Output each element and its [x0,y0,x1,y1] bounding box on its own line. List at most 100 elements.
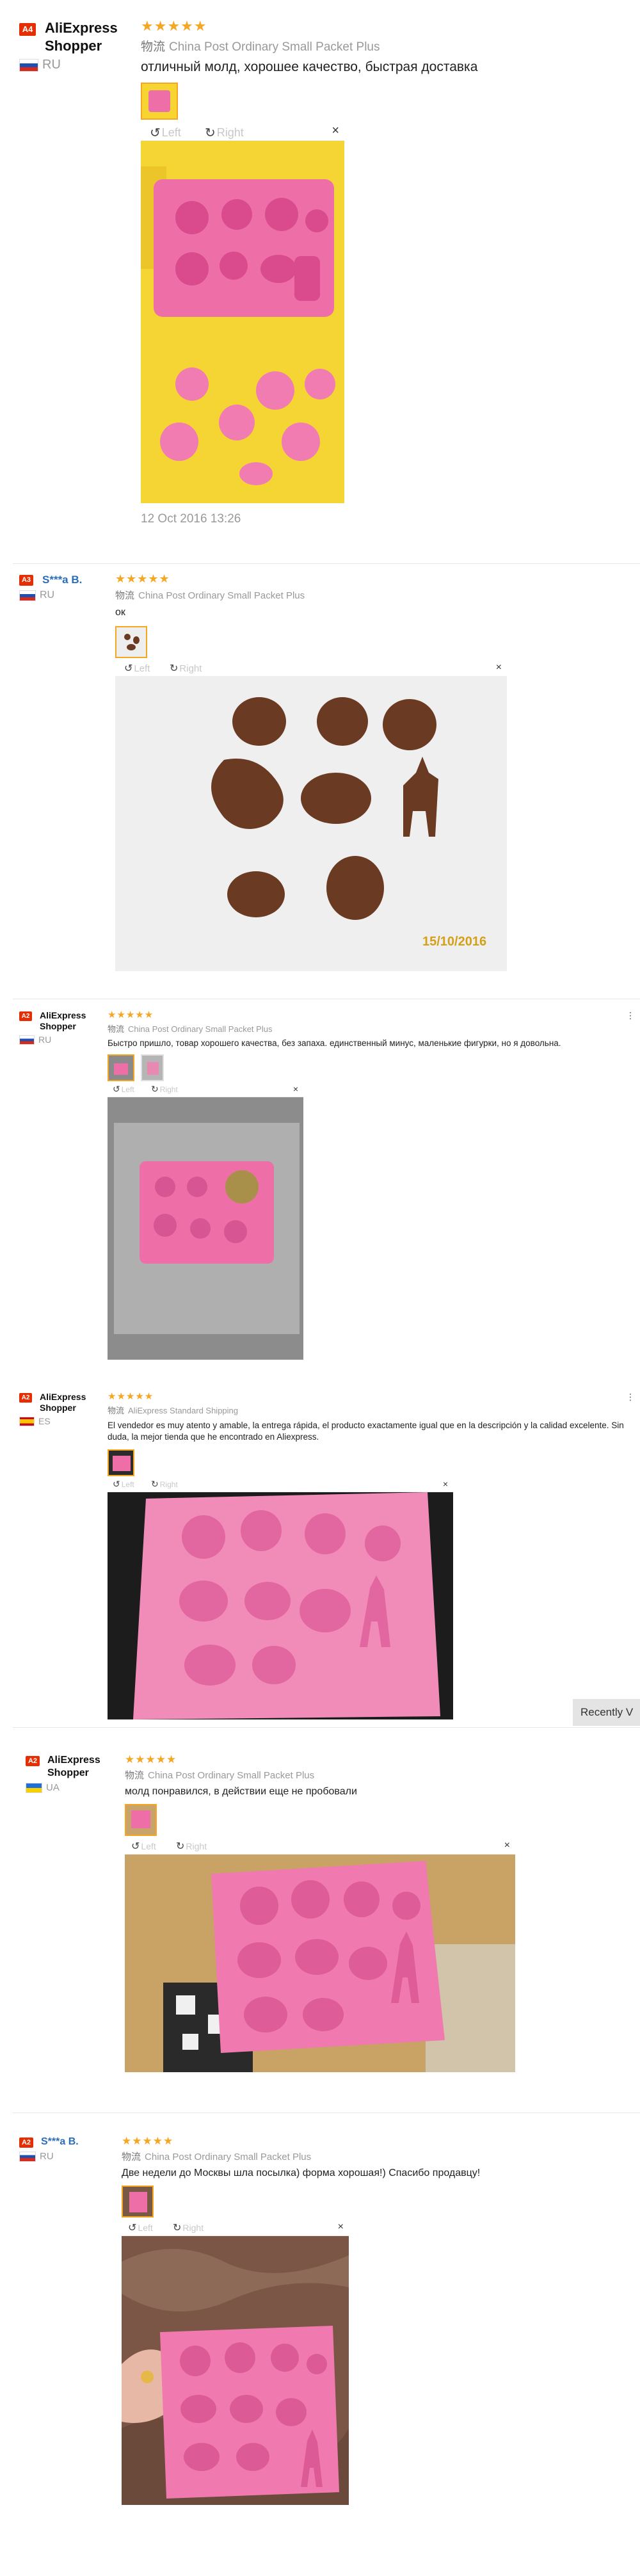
rating-stars: ★★★★★ [108,1391,154,1402]
rotate-left-button[interactable]: ↺ Left [150,125,181,141]
recently-viewed-button[interactable]: Recently V [573,1699,640,1726]
review-divider [13,563,640,564]
user-level-badge: A2 [26,1756,40,1766]
review-text: Две недели до Москвы шла посылка) форма … [122,2168,481,2178]
shipping-name: China Post Ordinary Small Packet Plus [128,1024,273,1034]
shipping-name: China Post Ordinary Small Packet Plus [148,1770,315,1781]
flag-icon [19,590,36,601]
review-content: ★★★★★ 物流 AliExpress Standard Shipping El … [108,1392,626,1719]
rotate-left-button[interactable]: ↺ Left [124,662,150,675]
flag-icon [19,1034,35,1045]
reviewer-name[interactable]: AliExpress Shopper [47,1754,124,1780]
review-photo[interactable] [141,141,344,503]
rotate-left-button[interactable]: ↺ Left [113,1479,134,1490]
shipping-label: 物流 [125,1770,145,1781]
flag-icon [19,1416,35,1426]
more-options-icon[interactable]: ⋮ [626,1392,635,1403]
review-text: El vendedor es muy atento y amable, la e… [108,1421,624,1442]
shipping-name: China Post Ordinary Small Packet Plus [169,40,380,54]
shipping-method: 物流 China Post Ordinary Small Packet Plus [141,37,634,54]
rotate-left-button[interactable]: ↺ Left [128,2221,153,2234]
reviewer-country: RU [19,1034,104,1045]
review-1: A4 AliExpress Shopper RU ★★★★★ 物流 China P… [0,19,640,563]
image-viewer: ↺ Left ↻ Right × [108,1479,453,1719]
rotate-right-button[interactable]: ↻ Right [151,1479,178,1490]
rotate-right-button[interactable]: ↻ Right [173,2221,204,2234]
reviewer-country: RU [19,590,82,601]
rotate-right-button[interactable]: ↻ Right [205,125,244,141]
rotate-right-button[interactable]: ↻ Right [170,662,202,675]
shipping-name: China Post Ordinary Small Packet Plus [145,2152,312,2162]
close-icon[interactable]: × [443,1479,448,1489]
rotate-left-icon: ↺ [150,126,161,140]
rotate-right-icon: ↻ [151,1479,159,1489]
viewer-toolbar: ↺ Left ↻ Right × [108,1479,453,1492]
close-icon[interactable]: × [496,662,502,673]
close-icon[interactable]: × [338,2221,344,2233]
country-code: UA [46,1782,60,1793]
shipping-method: 物流 China Post Ordinary Small Packet Plus [108,1022,632,1034]
review-content: ★★★★★ 物流 China Post Ordinary Small Packet… [125,1754,624,2072]
country-code: RU [38,1034,52,1045]
rotate-right-label: Right [179,663,202,674]
shipping-method: 物流 China Post Ordinary Small Packet Plus [125,1768,624,1782]
rotate-right-icon: ↻ [173,2223,182,2234]
review-photo[interactable]: 15/10/2016 [115,677,507,971]
reviewer-name[interactable]: AliExpress Shopper [45,19,154,55]
review-thumbnail[interactable] [115,626,147,658]
viewer-toolbar: ↺ Left ↻ Right × [141,122,344,141]
close-icon[interactable]: × [504,1840,510,1851]
rotate-right-icon: ↻ [205,126,216,140]
rating-stars: ★★★★★ [108,1010,154,1020]
rotate-left-button[interactable]: ↺ Left [113,1084,134,1095]
reviewer-name[interactable]: S***a B. [41,2136,79,2148]
reviewer-country: RU [19,58,154,72]
reviewer-name[interactable]: AliExpress Shopper [40,1392,104,1413]
review-thumbnails [108,1054,632,1081]
viewer-toolbar: ↺ Left ↻ Right × [115,661,507,677]
review-text: отличный молд, хорошее качество, быстрая… [141,60,478,74]
review-text: молд понравился, в действии еще не пробо… [125,1786,357,1797]
review-thumbnail[interactable] [141,1054,164,1081]
rating-stars: ★★★★★ [122,2135,174,2147]
chocolate-figures-photo: 15/10/2016 [115,677,507,971]
image-viewer: ↺ Left ↻ Right × 15/10/2016 [115,661,507,971]
rotate-left-button[interactable]: ↺ Left [131,1840,156,1853]
rotate-left-label: Left [141,1841,156,1851]
review-content: ★★★★★ 物流 China Post Ordinary Small Packet… [108,1010,632,1360]
review-thumbnail[interactable] [141,83,178,120]
review-photo[interactable] [108,1097,303,1360]
shipping-method: 物流 China Post Ordinary Small Packet Plus [122,2150,627,2163]
close-icon[interactable]: × [293,1084,298,1094]
review-text: Быстро пришло, товар хорошего качества, … [108,1038,561,1048]
rotate-right-label: Right [182,2223,204,2233]
image-viewer: ↺ Left ↻ Right × [125,1839,515,2072]
rotate-left-label: Left [121,1084,134,1094]
review-2: A3 S***a B. RU ★★★★★ 物流 China Post Ordina… [0,573,640,999]
user-level-badge: A2 [19,1393,32,1403]
review-thumbnail[interactable] [108,1054,134,1081]
review-photo[interactable] [122,2236,349,2505]
close-icon[interactable]: × [332,124,339,138]
more-options-icon[interactable]: ⋮ [626,1010,635,1021]
review-photo[interactable] [108,1492,453,1719]
country-code: ES [38,1416,51,1426]
user-level-badge: A3 [19,575,33,586]
review-thumbnail[interactable] [108,1449,134,1476]
rotate-right-button[interactable]: ↻ Right [176,1840,207,1853]
shipping-name: China Post Ordinary Small Packet Plus [138,590,305,601]
reviewer-info: A2 S***a B. RU [19,2136,79,2162]
rotate-left-icon: ↺ [128,2223,137,2234]
review-thumbnail[interactable] [122,2186,154,2218]
rotate-left-icon: ↺ [131,1841,140,1852]
review-thumbnail[interactable] [125,1804,157,1836]
reviewer-name[interactable]: AliExpress Shopper [40,1010,104,1032]
reviewer-info: A3 S***a B. RU [19,573,82,601]
review-content: ★★★★★ 物流 China Post Ordinary Small Packet… [122,2136,627,2505]
image-viewer: ↺ Left ↻ Right × [122,2220,349,2505]
review-photo[interactable] [125,1855,515,2072]
reviewer-name[interactable]: S***a B. [42,573,82,587]
review-thumbnails [122,2186,627,2218]
rating-stars: ★★★★★ [115,572,170,585]
rotate-right-button[interactable]: ↻ Right [151,1084,178,1095]
